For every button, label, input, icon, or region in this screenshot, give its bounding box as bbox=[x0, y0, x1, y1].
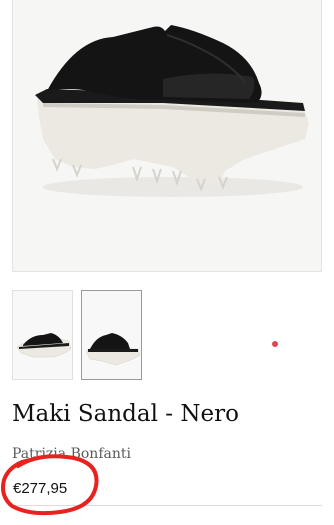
sandal-side-view-icon bbox=[16, 333, 72, 358]
sandal-angle-view-icon bbox=[85, 333, 141, 366]
product-price: €277,95 bbox=[13, 480, 68, 497]
image-pager-dot[interactable] bbox=[272, 341, 278, 347]
thumbnail-1[interactable] bbox=[12, 290, 73, 380]
divider bbox=[12, 505, 322, 506]
product-main-image[interactable] bbox=[12, 0, 322, 272]
thumbnail-2[interactable] bbox=[81, 290, 142, 380]
product-title: Maki Sandal - Nero bbox=[12, 401, 239, 427]
sandal-photo-icon bbox=[35, 25, 309, 197]
brand-link[interactable]: Patrizia Bonfanti bbox=[12, 446, 131, 462]
